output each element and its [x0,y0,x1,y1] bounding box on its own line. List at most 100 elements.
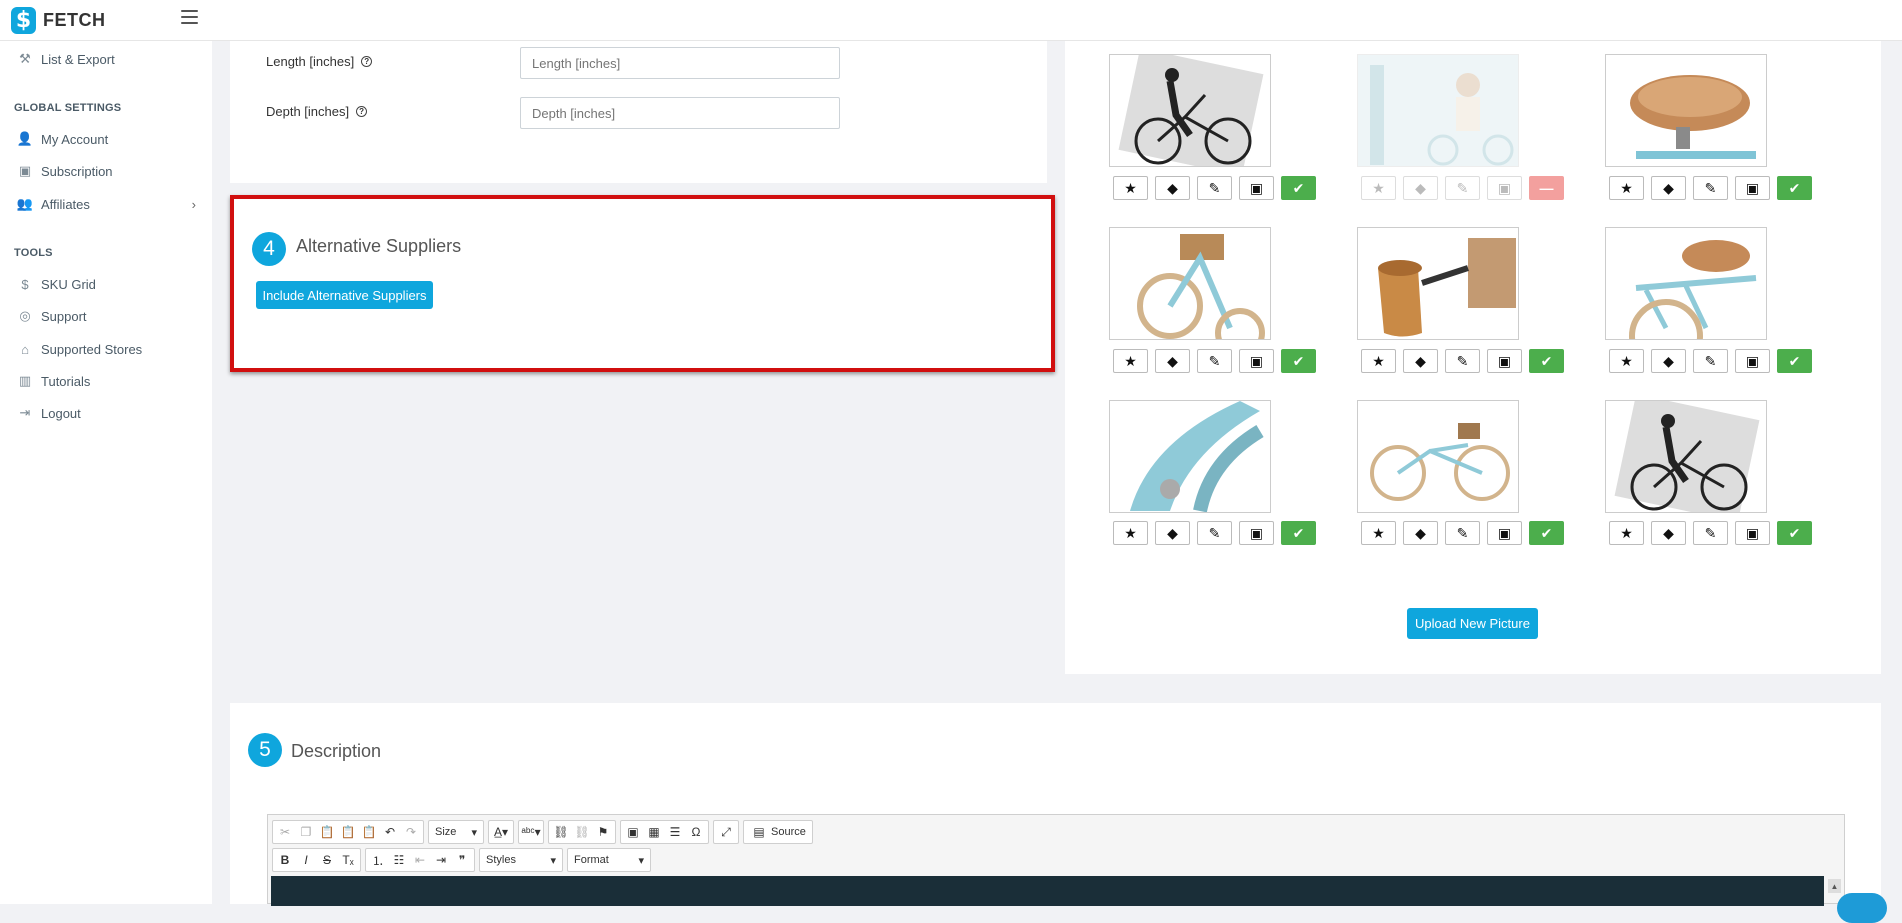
product-image-thumbnail[interactable] [1109,227,1271,340]
length-input[interactable] [520,47,840,79]
product-image-thumbnail[interactable] [1605,400,1767,513]
product-image-thumbnail[interactable] [1605,227,1767,340]
table-icon[interactable]: ▦ [645,823,663,841]
scroll-up-icon[interactable]: ▲ [1828,879,1841,893]
blockquote-icon[interactable]: ❞ [453,851,471,869]
pencil-icon[interactable]: ✎ [1445,521,1480,545]
check-icon[interactable]: ✔ [1777,349,1812,373]
pencil-icon[interactable]: ✎ [1693,176,1728,200]
star-icon[interactable]: ★ [1113,176,1148,200]
tag-icon[interactable]: ◆ [1155,521,1190,545]
sidebar-item-supported-stores[interactable]: ⌂ Supported Stores [0,337,212,361]
tag-icon[interactable]: ◆ [1403,349,1438,373]
undo-icon[interactable]: ↶ [381,823,399,841]
star-icon[interactable]: ★ [1609,521,1644,545]
numbered-list-icon[interactable]: ⒈ [369,851,387,869]
image-icon[interactable]: ▣ [1487,349,1522,373]
paste-icon[interactable]: 📋 [318,823,336,841]
pencil-icon[interactable]: ✎ [1197,349,1232,373]
image-icon[interactable]: ▣ [624,823,642,841]
image-icon[interactable]: ▣ [1487,176,1522,200]
product-image-thumbnail[interactable] [1109,54,1271,167]
bulleted-list-icon[interactable]: ☷ [390,851,408,869]
check-icon[interactable]: ✔ [1777,521,1812,545]
format-dropdown[interactable]: Format ▾ [567,848,651,872]
help-icon[interactable]: ? [356,106,368,117]
pencil-icon[interactable]: ✎ [1445,349,1480,373]
pencil-icon[interactable]: ✎ [1197,176,1232,200]
tag-icon[interactable]: ◆ [1403,176,1438,200]
check-icon[interactable]: ✔ [1529,521,1564,545]
tag-icon[interactable]: ◆ [1155,349,1190,373]
remove-icon[interactable]: — [1529,176,1564,200]
unlink-icon[interactable]: ⛓ [573,823,591,841]
paste-word-icon[interactable]: 📋 [360,823,378,841]
star-icon[interactable]: ★ [1609,176,1644,200]
image-icon[interactable]: ▣ [1239,521,1274,545]
tag-icon[interactable]: ◆ [1651,349,1686,373]
sidebar-item-subscription[interactable]: ▣ Subscription [0,159,212,183]
app-logo[interactable]: $ FETCH [11,7,106,34]
image-icon[interactable]: ▣ [1735,176,1770,200]
star-icon[interactable]: ★ [1361,349,1396,373]
check-icon[interactable]: ✔ [1529,349,1564,373]
italic-icon[interactable]: I [297,851,315,869]
sidebar-item-tutorials[interactable]: ▥ Tutorials [0,369,212,393]
copy-icon[interactable]: ❐ [297,823,315,841]
horizontal-line-icon[interactable]: ☰ [666,823,684,841]
upload-new-picture-button[interactable]: Upload New Picture [1407,608,1538,639]
editor-content-area[interactable] [271,876,1824,906]
sidebar-item-support[interactable]: ◎ Support [0,304,212,328]
image-icon[interactable]: ▣ [1735,349,1770,373]
indent-icon[interactable]: ⇥ [432,851,450,869]
image-icon[interactable]: ▣ [1239,176,1274,200]
star-icon[interactable]: ★ [1361,521,1396,545]
sidebar-item-affiliates[interactable]: 👥 Affiliates › [0,192,212,216]
pencil-icon[interactable]: ✎ [1693,521,1728,545]
pencil-icon[interactable]: ✎ [1445,176,1480,200]
cut-icon[interactable]: ✂ [276,823,294,841]
image-icon[interactable]: ▣ [1735,521,1770,545]
outdent-icon[interactable]: ⇤ [411,851,429,869]
anchor-flag-icon[interactable]: ⚑ [594,823,612,841]
strikethrough-icon[interactable]: S [318,851,336,869]
check-icon[interactable]: ✔ [1777,176,1812,200]
paste-text-icon[interactable]: 📋 [339,823,357,841]
sidebar-item-list-export[interactable]: ⚒ List & Export [0,47,212,71]
star-icon[interactable]: ★ [1609,349,1644,373]
tag-icon[interactable]: ◆ [1403,521,1438,545]
check-icon[interactable]: ✔ [1281,176,1316,200]
sidebar-item-logout[interactable]: ⇥ Logout [0,401,212,425]
remove-format-icon[interactable]: Tₓ [339,851,357,869]
tag-icon[interactable]: ◆ [1155,176,1190,200]
redo-icon[interactable]: ↷ [402,823,420,841]
product-image-thumbnail[interactable] [1357,227,1519,340]
star-icon[interactable]: ★ [1113,521,1148,545]
help-icon[interactable]: ? [361,56,373,67]
product-image-thumbnail[interactable] [1109,400,1271,513]
spellcheck-icon[interactable]: ᵃᵇᶜ▾ [521,823,540,841]
sidebar-item-my-account[interactable]: 👤 My Account [0,127,212,151]
text-color-icon[interactable]: A̲▾ [492,823,510,841]
star-icon[interactable]: ★ [1113,349,1148,373]
chat-widget-button[interactable] [1837,893,1887,923]
bold-icon[interactable]: B [276,851,294,869]
check-icon[interactable]: ✔ [1281,521,1316,545]
size-dropdown[interactable]: Size ▾ [428,820,484,844]
depth-input[interactable] [520,97,840,129]
link-icon[interactable]: ⛓ [552,823,570,841]
pencil-icon[interactable]: ✎ [1693,349,1728,373]
menu-toggle-icon[interactable] [181,10,198,24]
product-image-thumbnail[interactable] [1357,54,1519,167]
pencil-icon[interactable]: ✎ [1197,521,1232,545]
sidebar-item-sku-grid[interactable]: $ SKU Grid [0,272,212,296]
maximize-icon[interactable]: ⤢ [717,823,735,841]
special-char-icon[interactable]: Ω [687,823,705,841]
styles-dropdown[interactable]: Styles ▾ [479,848,563,872]
product-image-thumbnail[interactable] [1357,400,1519,513]
check-icon[interactable]: ✔ [1281,349,1316,373]
image-icon[interactable]: ▣ [1239,349,1274,373]
tag-icon[interactable]: ◆ [1651,521,1686,545]
tag-icon[interactable]: ◆ [1651,176,1686,200]
star-icon[interactable]: ★ [1361,176,1396,200]
